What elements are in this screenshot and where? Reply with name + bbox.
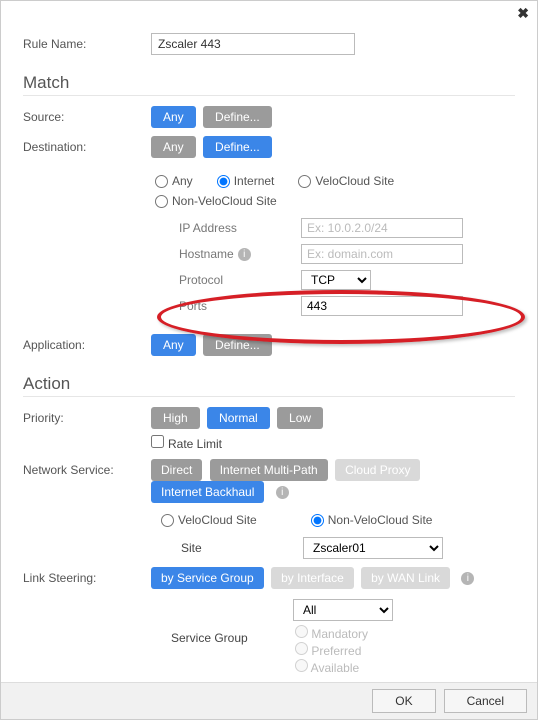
- ns-scope-nonvelo[interactable]: Non-VeloCloud Site: [311, 513, 433, 527]
- ls-servicegroup-label: Service Group: [171, 631, 281, 645]
- destination-scope-radios: Any Internet VeloCloud Site Non-VeloClou…: [155, 174, 505, 208]
- dest-scope-velo[interactable]: VeloCloud Site: [298, 174, 394, 188]
- ls-servicegroup-select[interactable]: All: [293, 599, 393, 621]
- hostname-input[interactable]: [301, 244, 463, 264]
- ns-scope-radios: VeloCloud Site Non-VeloCloud Site: [161, 513, 515, 527]
- ns-site-select[interactable]: Zscaler01: [303, 537, 443, 559]
- info-icon[interactable]: i: [238, 248, 251, 261]
- rule-name-label: Rule Name:: [23, 33, 151, 51]
- ls-opt-mandatory: Mandatory: [295, 625, 453, 641]
- match-section-title: Match: [23, 73, 515, 96]
- ls-svcgrp-button[interactable]: by Service Group: [151, 567, 264, 589]
- ip-address-label: IP Address: [179, 221, 289, 235]
- application-any-button[interactable]: Any: [151, 334, 196, 356]
- destination-define-panel: Any Internet VeloCloud Site Non-VeloClou…: [151, 164, 515, 326]
- ports-input[interactable]: [301, 296, 463, 316]
- network-service-label: Network Service:: [23, 459, 151, 477]
- dest-scope-nonvelo[interactable]: Non-VeloCloud Site: [155, 194, 277, 208]
- dest-scope-any[interactable]: Any: [155, 174, 193, 188]
- dest-scope-internet[interactable]: Internet: [217, 174, 275, 188]
- ns-backhaul-button[interactable]: Internet Backhaul: [151, 481, 264, 503]
- link-steering-label: Link Steering:: [23, 567, 151, 585]
- rule-name-input[interactable]: [151, 33, 355, 55]
- protocol-select[interactable]: TCP: [301, 270, 371, 290]
- ls-wan-button[interactable]: by WAN Link: [361, 567, 450, 589]
- ns-imp-button[interactable]: Internet Multi-Path: [210, 459, 328, 481]
- destination-label: Destination:: [23, 136, 151, 154]
- ls-iface-button[interactable]: by Interface: [271, 567, 354, 589]
- ok-button[interactable]: OK: [372, 689, 435, 713]
- rule-dialog: ✖ Rule Name: Match Source: Any Define...…: [0, 0, 538, 720]
- action-section-title: Action: [23, 374, 515, 397]
- application-define-button[interactable]: Define...: [203, 334, 272, 356]
- application-label: Application:: [23, 334, 151, 352]
- destination-any-button[interactable]: Any: [151, 136, 196, 158]
- ns-scope-velo[interactable]: VeloCloud Site: [161, 513, 257, 527]
- source-define-button[interactable]: Define...: [203, 106, 272, 128]
- protocol-label: Protocol: [179, 273, 289, 287]
- ns-site-label: Site: [181, 541, 291, 555]
- source-label: Source:: [23, 106, 151, 124]
- info-icon[interactable]: i: [276, 486, 289, 499]
- hostname-label: Hostnamei: [179, 247, 289, 261]
- cancel-button[interactable]: Cancel: [444, 689, 527, 713]
- ns-cloud-button[interactable]: Cloud Proxy: [335, 459, 420, 481]
- dialog-footer: OK Cancel: [1, 682, 537, 719]
- source-any-button[interactable]: Any: [151, 106, 196, 128]
- ls-opt-preferred: Preferred: [295, 642, 453, 658]
- ports-label: Ports: [179, 299, 289, 313]
- priority-normal-button[interactable]: Normal: [207, 407, 270, 429]
- priority-label: Priority:: [23, 407, 151, 425]
- priority-high-button[interactable]: High: [151, 407, 200, 429]
- destination-define-button[interactable]: Define...: [203, 136, 272, 158]
- ip-address-input[interactable]: [301, 218, 463, 238]
- ls-opt-available: Available: [295, 659, 453, 675]
- priority-low-button[interactable]: Low: [277, 407, 323, 429]
- rate-limit-checkbox[interactable]: Rate Limit: [151, 437, 222, 451]
- close-icon[interactable]: ✖: [517, 5, 529, 22]
- ns-direct-button[interactable]: Direct: [151, 459, 202, 481]
- info-icon[interactable]: i: [461, 572, 474, 585]
